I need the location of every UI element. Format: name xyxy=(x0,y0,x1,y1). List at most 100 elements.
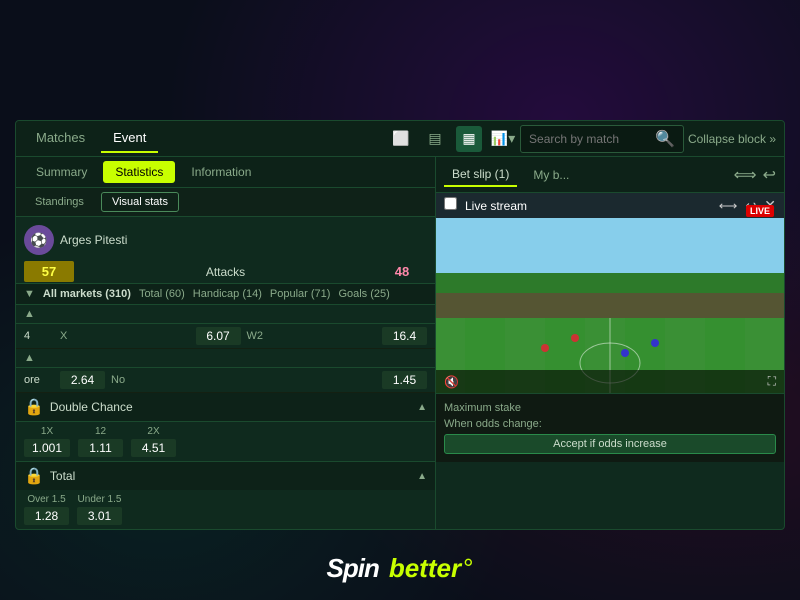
total-label-under: Under 1.5 xyxy=(78,494,122,505)
chart-dropdown-icon[interactable]: 📊▾ xyxy=(490,126,516,152)
logo-dot: ° xyxy=(463,553,473,584)
back-icon[interactable]: ↩ xyxy=(763,165,776,185)
logo-s: S xyxy=(327,553,343,583)
odds-val-no[interactable]: 1.45 xyxy=(382,371,427,389)
nav-icons: ⬜ ▤ ▦ 📊▾ xyxy=(388,126,516,152)
team-name: Arges Pitesti xyxy=(60,233,127,247)
odds-change-label: When odds change: xyxy=(444,418,542,430)
total-val-under[interactable]: 3.01 xyxy=(77,507,122,525)
double-chance-expand[interactable]: ▲ xyxy=(417,402,427,413)
tab-summary[interactable]: Summary xyxy=(24,161,99,183)
total-filter[interactable]: Total (60) xyxy=(139,288,185,300)
tab-information[interactable]: Information xyxy=(179,161,263,183)
tab-event[interactable]: Event xyxy=(101,124,158,153)
dc-val-1x[interactable]: 1.001 xyxy=(24,439,70,457)
dc-label-12: 12 xyxy=(95,426,106,437)
stream-arrows-icon[interactable]: ⟷ xyxy=(719,198,738,214)
live-badge: LIVE xyxy=(746,205,774,217)
dc-label-1x: 1X xyxy=(41,426,53,437)
stat-label-attacks: Attacks xyxy=(78,265,373,279)
live-stream: Live stream ⟷ ↩ ✕ xyxy=(436,193,784,393)
dc-val-2x[interactable]: 4.51 xyxy=(131,439,176,457)
search-icon: 🔍 xyxy=(655,129,675,149)
handicap-filter[interactable]: Handicap (14) xyxy=(193,288,262,300)
monitor-icon[interactable]: ⬜ xyxy=(388,126,414,152)
stream-checkbox[interactable] xyxy=(444,197,457,210)
double-chance-section: 🔒 Double Chance ▲ 1X 1.001 12 1.11 2X xyxy=(16,393,435,461)
odds-row2-left: ore xyxy=(24,374,54,386)
dc-item-2x: 2X 4.51 xyxy=(131,426,176,457)
standings-tab[interactable]: Standings xyxy=(24,192,95,212)
odds-row-1: 4 X 6.07 W2 16.4 xyxy=(16,324,435,349)
double-chance-header: 🔒 Double Chance ▲ xyxy=(16,393,435,422)
search-box: 🔍 xyxy=(520,125,684,153)
visual-stats-tab[interactable]: Visual stats xyxy=(101,192,179,212)
dc-label-2x: 2X xyxy=(147,426,159,437)
odds-val-2-center[interactable]: 2.64 xyxy=(60,371,105,389)
odds-row1-right-label: W2 xyxy=(247,330,377,342)
lock-icon-total: 🔒 xyxy=(24,466,44,486)
search-input[interactable] xyxy=(529,132,649,146)
stream-controls: 🔇 ⛶ xyxy=(436,370,784,393)
stream-checkbox-area xyxy=(444,197,457,210)
total-item-over: Over 1.5 1.28 xyxy=(24,494,69,525)
accept-odds-button[interactable]: Accept if odds increase xyxy=(444,434,776,454)
odds-row1-center-label: X xyxy=(60,330,190,342)
odds-section: ▲ 4 X 6.07 W2 16.4 ▲ ore 2.64 No 1 xyxy=(16,304,435,393)
total-title: Total xyxy=(50,469,411,483)
top-nav-bar: Matches Event ⬜ ▤ ▦ 📊▾ 🔍 Collapse block … xyxy=(16,121,784,157)
total-val-over[interactable]: 1.28 xyxy=(24,507,69,525)
left-panel: Summary Statistics Information Standings… xyxy=(16,157,436,529)
my-bets-tab[interactable]: My b... xyxy=(525,164,577,186)
team-info: ⚽ Arges Pitesti xyxy=(24,225,427,255)
total-header: 🔒 Total ▲ xyxy=(16,461,435,490)
expand-icon[interactable]: ⛶ xyxy=(768,374,776,389)
odds-val-w2[interactable]: 16.4 xyxy=(382,327,427,345)
total-label-over: Over 1.5 xyxy=(27,494,65,505)
team-logo-icon: ⚽ xyxy=(30,232,47,249)
live-stream-title: Live stream xyxy=(465,199,711,213)
main-container: Matches Event ⬜ ▤ ▦ 📊▾ 🔍 Collapse block … xyxy=(15,120,785,530)
odds-val-x[interactable]: 6.07 xyxy=(196,327,241,345)
dc-item-1x: 1X 1.001 xyxy=(24,426,70,457)
odds-row1-left: 4 xyxy=(24,330,54,342)
max-stake-row: Maximum stake xyxy=(444,402,776,414)
goals-filter[interactable]: Goals (25) xyxy=(338,288,389,300)
team-logo: ⚽ xyxy=(24,225,54,255)
stake-area: Maximum stake When odds change: Accept i… xyxy=(436,393,784,462)
collapse-button[interactable]: Collapse block » xyxy=(688,132,776,146)
right-panel: Bet slip (1) My b... ⟺ ↩ Live stream ⟷ ↩… xyxy=(436,157,784,529)
logo-better-text: better xyxy=(389,553,461,584)
stream-video: LIVE xyxy=(436,193,784,393)
stats-area: ⚽ Arges Pitesti 57 Attacks 48 40 Dangero… xyxy=(16,217,435,283)
section-expand-2[interactable]: ▲ xyxy=(16,349,435,368)
bet-slip-tab[interactable]: Bet slip (1) xyxy=(444,163,517,187)
double-chance-grid: 1X 1.001 12 1.11 2X 4.51 xyxy=(16,422,435,461)
layout-icon[interactable]: ▤ xyxy=(422,126,448,152)
lock-icon: 🔒 xyxy=(24,397,44,417)
total-expand[interactable]: ▲ xyxy=(417,471,427,482)
volume-icon[interactable]: 🔇 xyxy=(444,375,459,389)
popular-filter[interactable]: Popular (71) xyxy=(270,288,331,300)
expand-markets-icon[interactable]: ▼ xyxy=(24,288,35,300)
total-grid: Over 1.5 1.28 Under 1.5 3.01 xyxy=(16,490,435,529)
dc-item-12: 12 1.11 xyxy=(78,426,123,457)
odds-row2-right-label: No xyxy=(111,374,376,386)
odds-change-row: When odds change: xyxy=(444,418,776,430)
expand-icon-2: ▲ xyxy=(24,352,35,364)
all-markets-filter[interactable]: All markets (310) xyxy=(43,288,131,300)
dc-val-12[interactable]: 1.11 xyxy=(78,439,123,457)
total-item-under: Under 1.5 3.01 xyxy=(77,494,122,525)
section-expand-1[interactable]: ▲ xyxy=(16,305,435,324)
stat-left-attacks: 57 xyxy=(24,261,74,282)
bet-slip-bar: Bet slip (1) My b... ⟺ ↩ xyxy=(436,157,784,193)
expand-icon-1: ▲ xyxy=(24,308,35,320)
bar-chart-icon[interactable]: ▦ xyxy=(456,126,482,152)
tab-statistics[interactable]: Statistics xyxy=(103,161,175,183)
live-stream-header: Live stream ⟷ ↩ ✕ xyxy=(436,193,784,218)
tab-matches[interactable]: Matches xyxy=(24,124,97,153)
markets-bar: ▼ All markets (310) Total (60) Handicap … xyxy=(16,283,435,304)
move-icon[interactable]: ⟺ xyxy=(734,165,757,185)
field-svg xyxy=(436,193,784,393)
stat-row-attacks: 57 Attacks 48 xyxy=(24,261,427,282)
